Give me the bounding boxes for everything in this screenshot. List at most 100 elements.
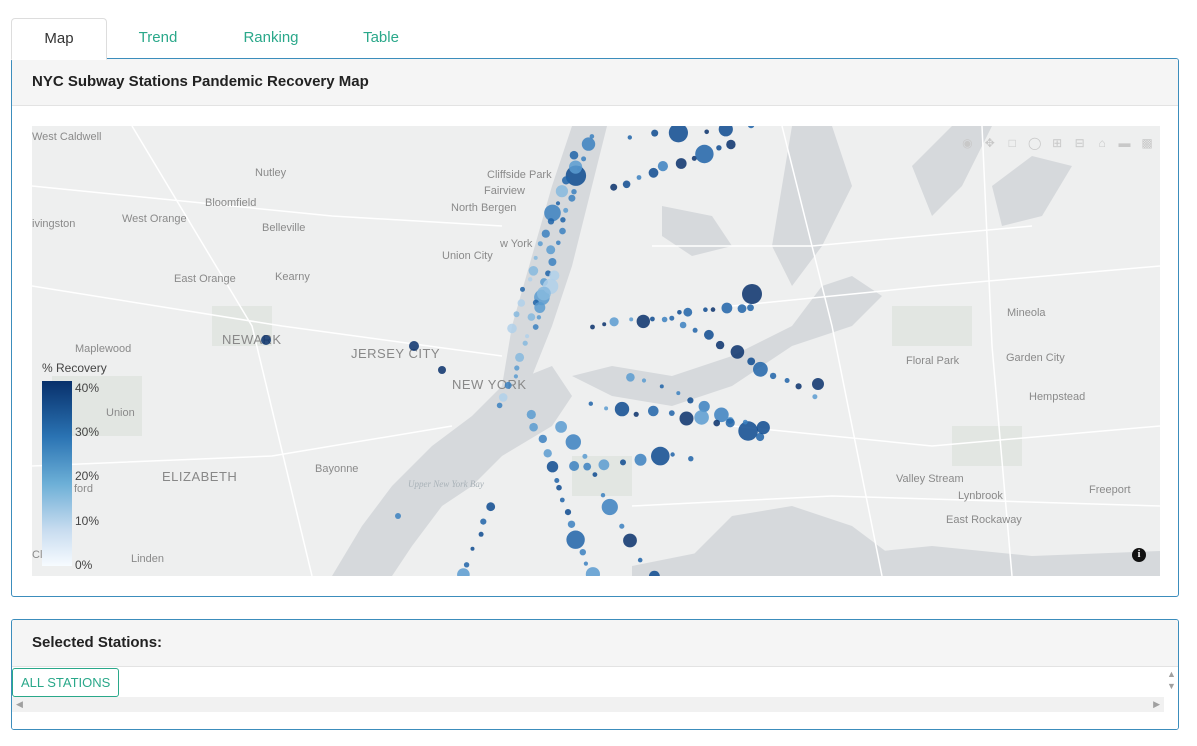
station-marker[interactable] [641,378,647,383]
station-marker[interactable] [716,145,722,151]
home-icon[interactable]: ⌂ [1095,136,1109,150]
station-marker[interactable] [581,137,596,151]
scroll-left-icon[interactable]: ◀ [16,697,23,712]
camera-icon[interactable]: ◉ [960,136,974,150]
station-marker[interactable] [556,484,562,491]
station-marker[interactable] [747,126,755,129]
zoom-in-icon[interactable]: ⊞ [1050,136,1064,150]
station-marker[interactable] [747,357,756,366]
station-marker[interactable] [721,302,733,314]
station-marker[interactable] [629,317,634,322]
station-marker[interactable] [463,562,470,568]
station-marker[interactable] [614,401,630,417]
station-marker[interactable] [742,419,748,425]
station-marker[interactable] [559,227,566,235]
station-marker[interactable] [261,335,271,345]
station-marker[interactable] [496,402,503,409]
station-marker[interactable] [486,502,496,512]
station-marker[interactable] [784,378,790,383]
station-marker[interactable] [726,139,736,150]
station-marker[interactable] [677,310,682,315]
station-marker[interactable] [556,240,561,246]
station-marker[interactable] [718,126,733,137]
station-marker[interactable] [661,316,668,323]
station-marker[interactable] [525,334,530,339]
station-marker[interactable] [528,277,533,282]
station-marker[interactable] [513,311,520,318]
station-marker[interactable] [648,167,659,178]
station-marker[interactable] [564,509,572,516]
scroll-down-icon[interactable]: ▼ [1167,681,1176,691]
station-marker[interactable] [650,316,655,322]
station-marker[interactable] [703,307,708,312]
station-marker[interactable] [534,302,546,313]
station-marker[interactable] [710,307,716,312]
station-marker[interactable] [694,410,709,425]
station-marker[interactable] [555,185,569,198]
zoom-out-icon[interactable]: ⊟ [1073,136,1087,150]
station-marker[interactable] [688,456,694,462]
station-marker[interactable] [636,175,642,180]
station-marker[interactable] [695,144,714,164]
station-marker[interactable] [581,156,587,162]
tab-trend[interactable]: Trend [117,18,199,58]
station-marker[interactable] [563,207,569,213]
station-marker[interactable] [604,406,609,411]
info-icon[interactable]: i [1132,548,1146,562]
station-marker[interactable] [669,315,675,321]
station-marker[interactable] [537,286,551,301]
station-marker[interactable] [568,194,576,202]
station-marker[interactable] [522,340,528,346]
station-marker[interactable] [538,434,547,444]
recovery-map[interactable]: West Caldwell Nutley Bloomfield West Ora… [32,126,1160,576]
station-marker[interactable] [633,411,639,417]
station-marker[interactable] [812,394,818,400]
station-marker[interactable] [547,218,555,225]
station-marker[interactable] [730,345,745,359]
station-marker[interactable] [795,383,802,390]
station-marker[interactable] [598,459,610,471]
station-marker[interactable] [470,546,475,551]
station-marker[interactable] [627,135,632,140]
station-marker[interactable] [515,352,525,362]
tab-map[interactable]: Map [11,18,107,60]
station-marker[interactable] [637,557,643,563]
station-marker[interactable] [683,307,693,317]
station-marker[interactable] [704,329,714,340]
tab-ranking[interactable]: Ranking [225,18,317,58]
station-marker[interactable] [679,411,694,426]
station-marker[interactable] [566,530,585,549]
station-marker[interactable] [812,378,824,390]
station-marker[interactable] [756,421,770,435]
station-marker[interactable] [504,381,512,389]
station-marker[interactable] [507,323,517,334]
station-marker[interactable] [600,493,606,498]
station-markers[interactable] [261,126,824,576]
horizontal-scrollbar[interactable]: ◀ ▶ [12,697,1164,712]
station-marker[interactable] [585,567,600,576]
station-marker[interactable] [601,498,618,516]
pan-icon[interactable]: ✥ [983,136,997,150]
station-marker[interactable] [738,421,758,441]
box-select-icon[interactable]: □ [1005,136,1019,150]
station-marker[interactable] [623,533,637,548]
station-marker[interactable] [742,284,762,304]
station-marker[interactable] [668,126,688,143]
station-marker[interactable] [622,180,631,189]
station-marker[interactable] [457,568,470,576]
station-marker[interactable] [565,434,581,450]
station-marker[interactable] [636,314,650,329]
station-marker[interactable] [560,217,566,223]
station-marker[interactable] [571,189,577,195]
station-marker[interactable] [514,365,520,371]
station-marker[interactable] [520,286,525,292]
station-marker[interactable] [579,549,586,556]
station-marker[interactable] [590,324,595,330]
station-marker[interactable] [546,461,559,473]
station-marker[interactable] [610,183,618,191]
station-marker[interactable] [537,241,543,247]
station-marker[interactable] [567,520,576,528]
station-marker[interactable] [478,531,484,537]
station-marker[interactable] [715,340,725,350]
station-marker[interactable] [480,518,487,525]
